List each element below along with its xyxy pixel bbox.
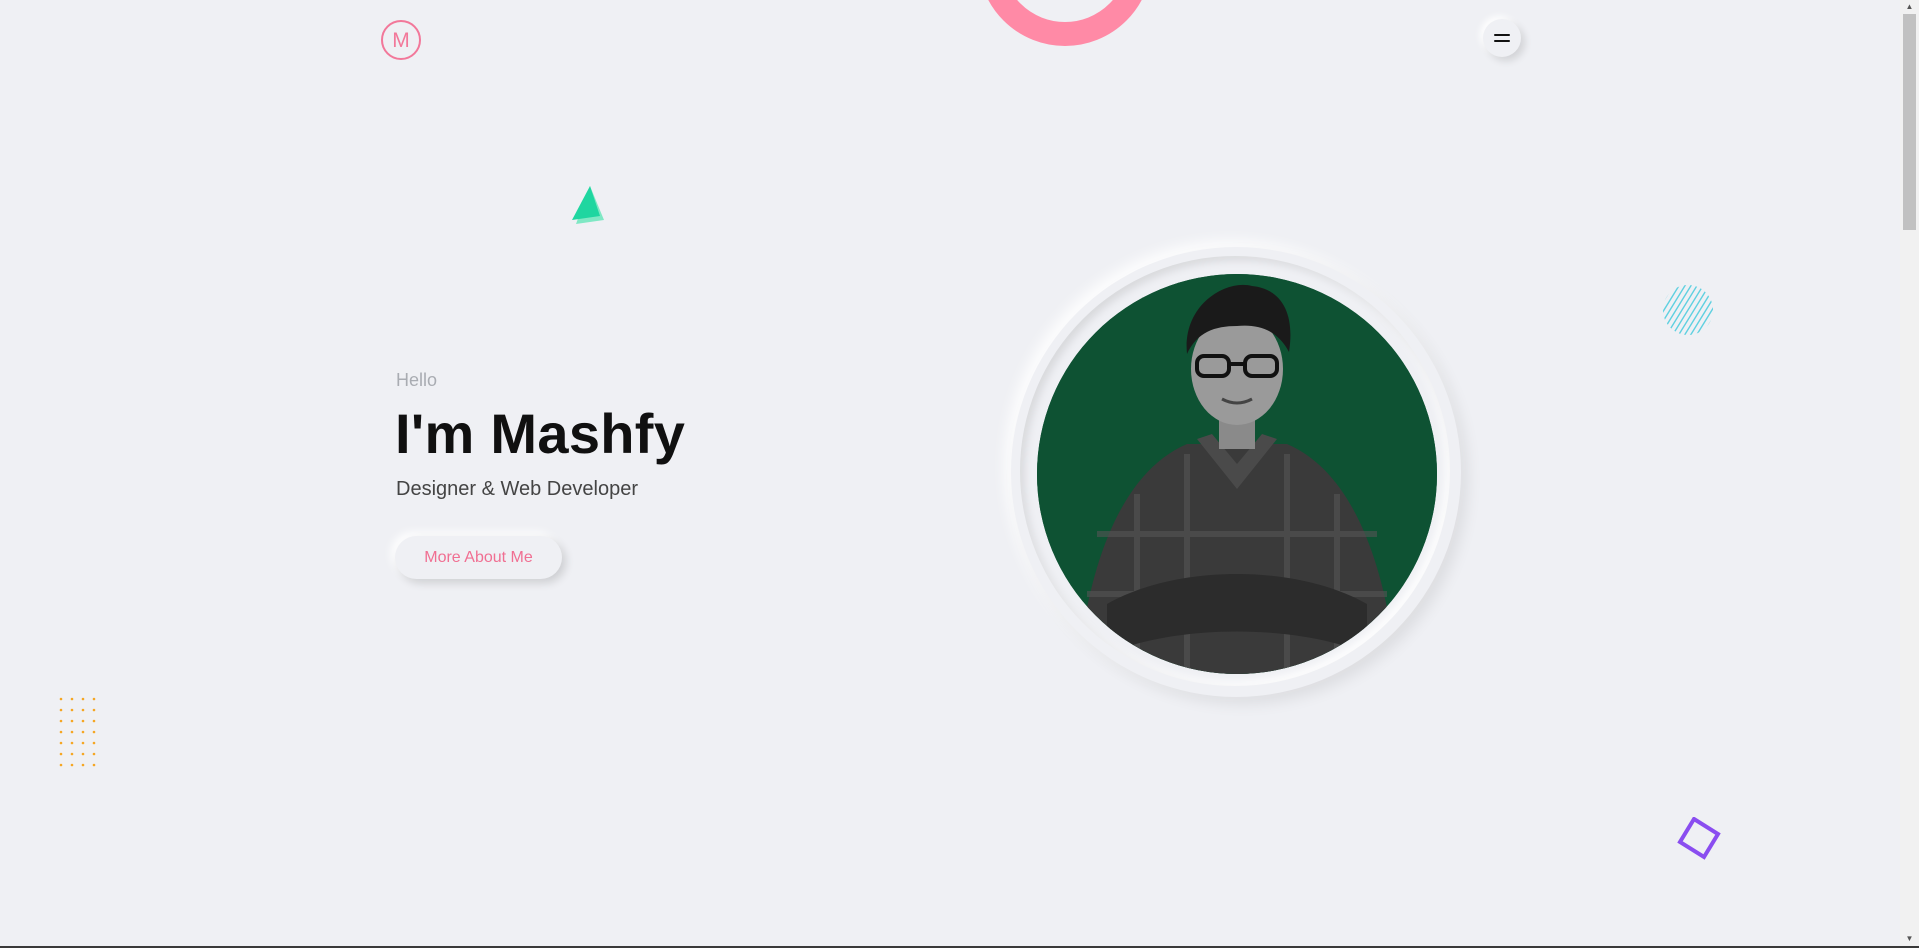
- logo-letter: M: [392, 28, 410, 52]
- dot-grid-shape: [59, 697, 96, 767]
- diamond-shape: [1677, 817, 1721, 860]
- hamburger-icon-line: [1494, 34, 1510, 36]
- person-illustration: [1037, 274, 1437, 674]
- more-about-me-button[interactable]: More About Me: [395, 536, 562, 579]
- ring-shape: [978, 0, 1152, 46]
- hero-subtitle: Designer & Web Developer: [396, 478, 638, 500]
- striped-circle-shape: [1663, 285, 1713, 335]
- hamburger-icon-line: [1494, 40, 1510, 42]
- scroll-up-arrow-icon[interactable]: ▲: [1900, 0, 1919, 14]
- scroll-thumb[interactable]: [1903, 14, 1916, 230]
- hero-title: I'm Mashfy: [395, 402, 686, 465]
- triangle-shape: [572, 186, 604, 224]
- menu-button[interactable]: [1483, 19, 1521, 57]
- vertical-scrollbar[interactable]: ▲ ▼: [1900, 0, 1919, 946]
- scroll-down-arrow-icon[interactable]: ▼: [1900, 932, 1919, 946]
- portrait-photo: [1037, 274, 1437, 674]
- logo[interactable]: M: [381, 20, 421, 60]
- hero-greeting: Hello: [396, 370, 438, 390]
- page-viewport: M Hello I'm Mashfy Designer & Web Develo…: [0, 0, 1900, 946]
